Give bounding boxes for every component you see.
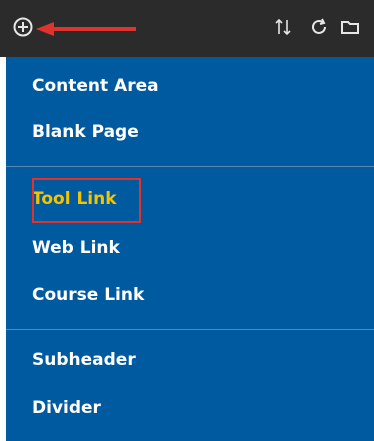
refresh-icon[interactable] bbox=[306, 14, 332, 40]
sort-arrows-icon[interactable] bbox=[270, 14, 296, 40]
menu-item-blank-page[interactable]: Blank Page bbox=[32, 120, 139, 144]
tool-link-highlight-box bbox=[32, 178, 141, 223]
folder-icon[interactable] bbox=[337, 14, 363, 40]
screenshot-frame: Content Area Blank Page Tool Link Web Li… bbox=[0, 0, 374, 441]
plus-circle-icon[interactable] bbox=[10, 14, 36, 40]
menu-item-web-link[interactable]: Web Link bbox=[32, 236, 120, 260]
menu-item-content-area[interactable]: Content Area bbox=[32, 74, 159, 98]
menu-item-subheader[interactable]: Subheader bbox=[32, 348, 136, 372]
menu-divider bbox=[6, 166, 374, 167]
menu-item-course-link[interactable]: Course Link bbox=[32, 283, 144, 307]
menu-divider bbox=[6, 329, 374, 330]
toolbar bbox=[0, 0, 374, 57]
red-arrow-icon bbox=[36, 22, 136, 36]
menu-item-divider[interactable]: Divider bbox=[32, 396, 101, 420]
